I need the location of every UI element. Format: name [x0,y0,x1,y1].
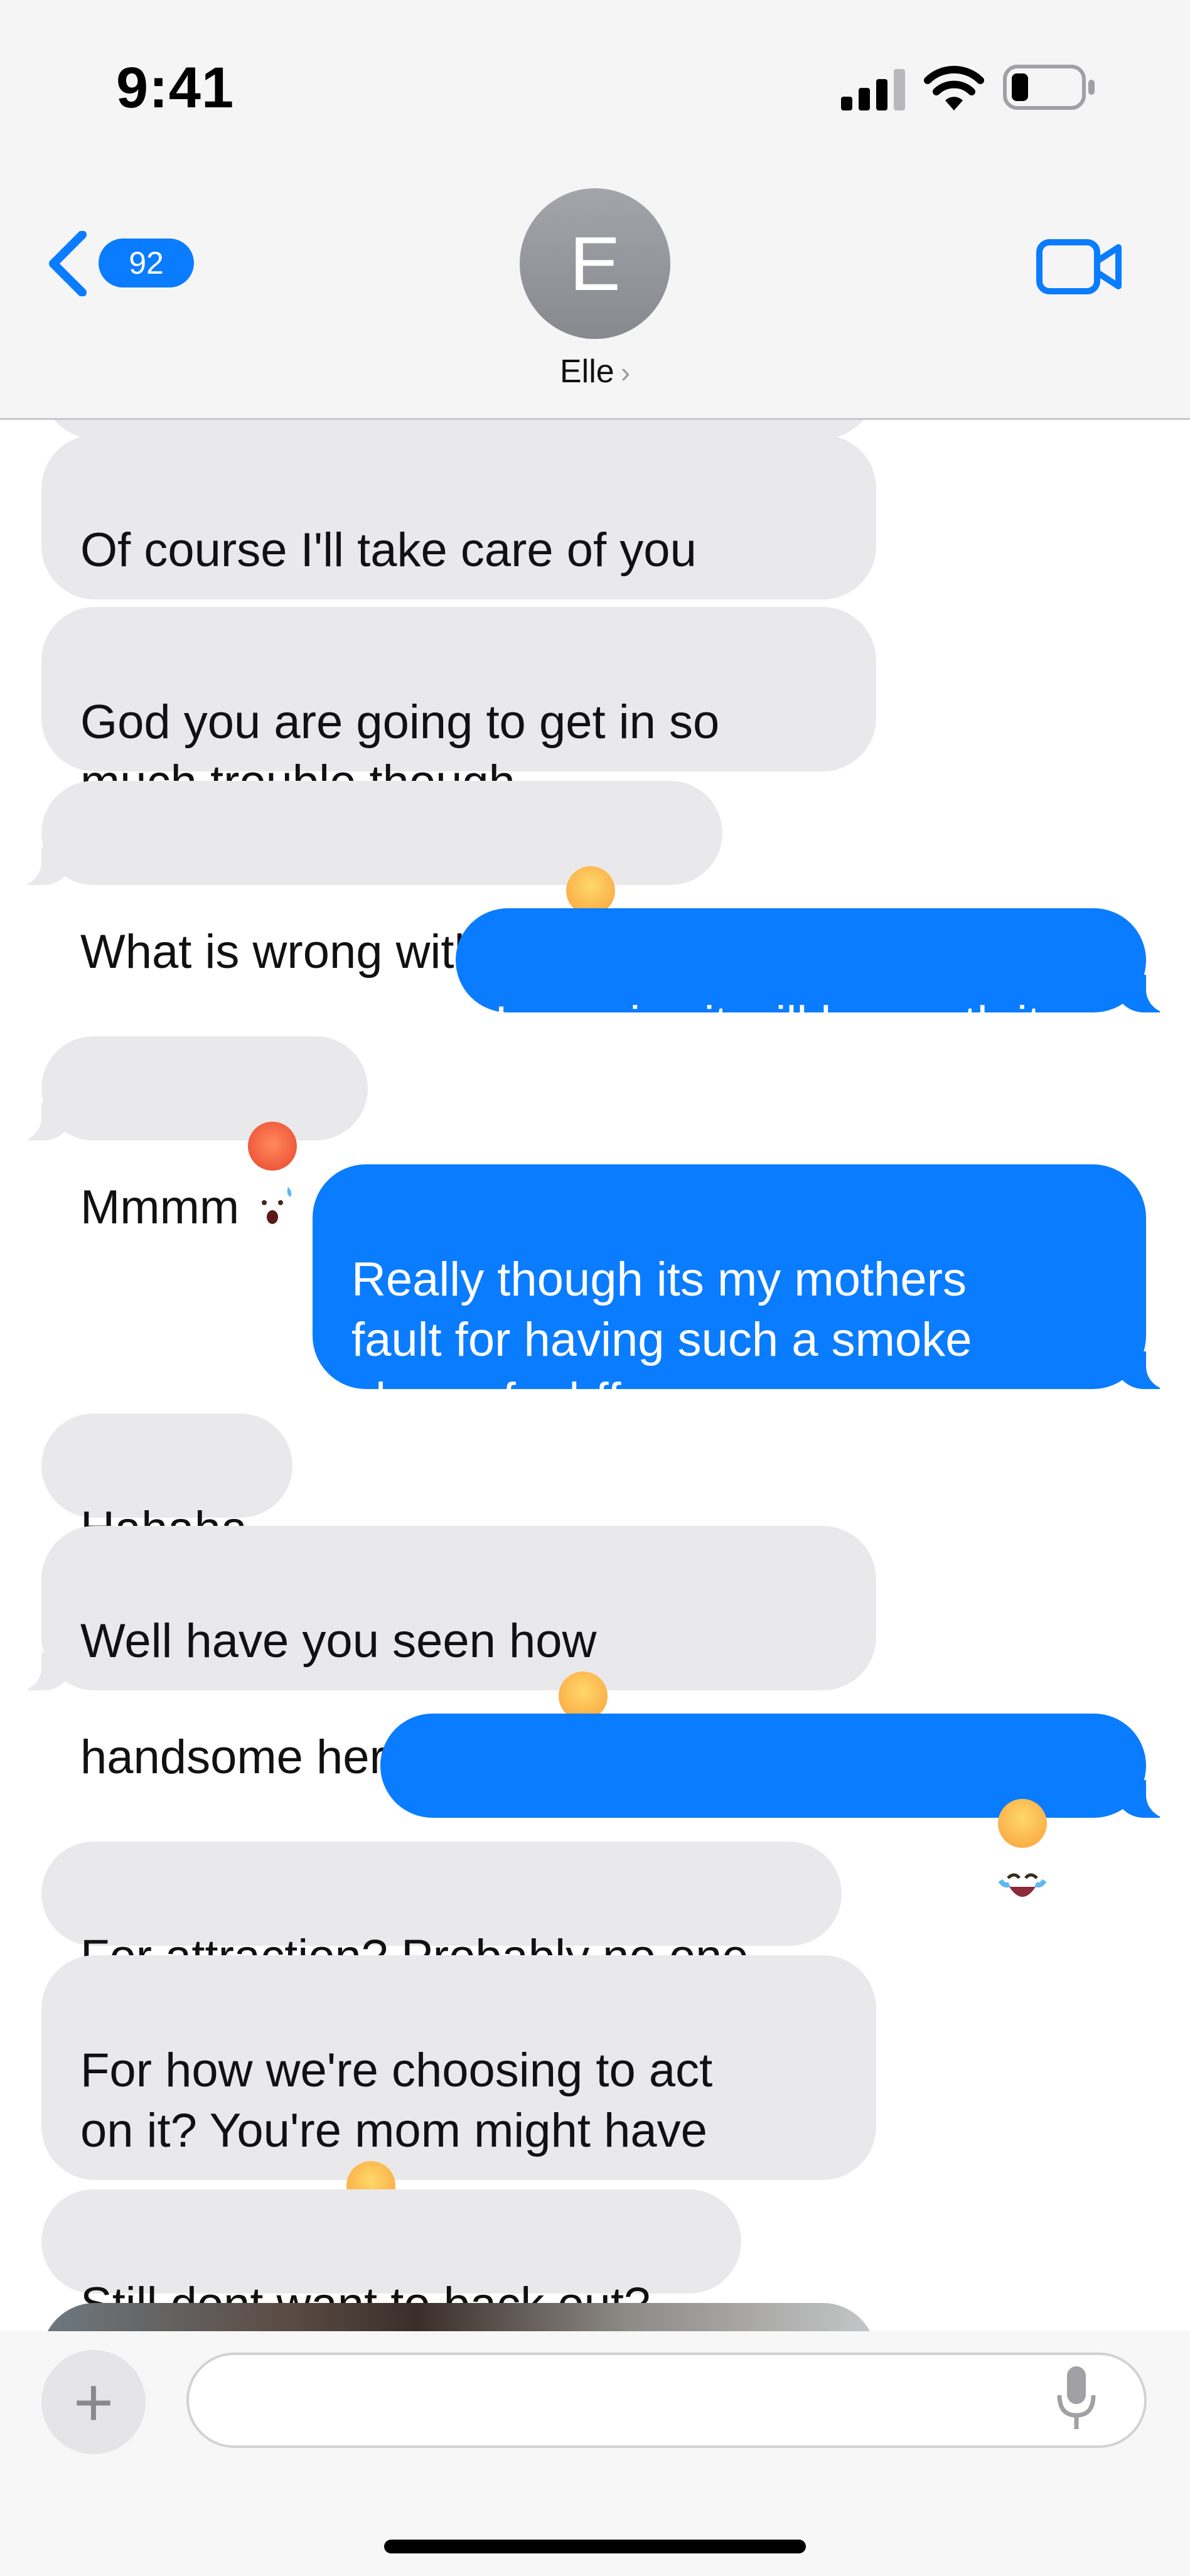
chevron-right-icon: › [620,356,631,389]
wifi-icon [924,65,984,110]
message-bubble-outgoing[interactable]: Really though its my mothers fault for h… [313,1164,1174,1427]
message-bubble-incoming[interactable]: Mmmm [14,1036,368,1234]
microphone-icon[interactable] [1054,2364,1098,2433]
message-bubble-outgoing[interactable]: See? Who could blame us! [380,1714,1174,1911]
joy-emoji-icon [998,1799,1048,1897]
conversation-header: 9:41 92 E Elle › [0,0,1190,420]
message-bubble-incoming[interactable]: Well have you seen how handsome her son … [14,1526,876,1784]
unread-count-badge: 92 [99,239,194,287]
add-attachment-button[interactable]: + [41,2350,146,2454]
composer-bar: + [0,2331,1190,2576]
battery-icon [1003,65,1095,110]
message-bubble-incoming[interactable]: For how we're choosing to act on it? You… [41,1955,876,2273]
contact-name-button[interactable]: Elle › [0,353,1190,390]
hot-face-emoji-icon [248,1122,298,1224]
message-bubble-incoming[interactable]: Hahaha [41,1414,292,1555]
message-bubble-outgoing[interactable]: I promise it will be worth it [456,908,1174,1050]
photo-attachment[interactable] [41,2303,876,2331]
plus-icon: + [73,2363,114,2441]
message-text: I promise it will be worth it [495,997,1041,1050]
message-input[interactable] [186,2353,1147,2448]
message-text: Mmmm [80,1181,240,1234]
message-bubble-incoming[interactable]: God you are going to get in so much trou… [41,607,876,809]
message-bubble-incoming[interactable]: For attraction? Probably no one [41,1842,842,1983]
back-button[interactable]: 92 [47,226,194,301]
message-bubble-incoming[interactable]: Still dont want to back out? [41,2189,741,2331]
video-call-icon[interactable] [1036,239,1123,295]
contact-name: Elle [559,353,614,390]
chevron-left-icon [49,231,87,296]
message-bubble-incoming[interactable]: What is wrong with us! [14,781,722,979]
cellular-signal-icon [841,69,905,110]
message-text: Really though its my mothers fault for h… [351,1253,972,1427]
message-list[interactable]: Of course I'll take care of you God you … [0,420,1190,2331]
contact-avatar[interactable]: E [520,188,670,339]
home-indicator [384,2540,806,2553]
status-time: 9:41 [116,56,235,120]
message-text: Of course I'll take care of you [80,523,697,577]
message-bubble-incoming[interactable]: Of course I'll take care of you [41,435,876,744]
